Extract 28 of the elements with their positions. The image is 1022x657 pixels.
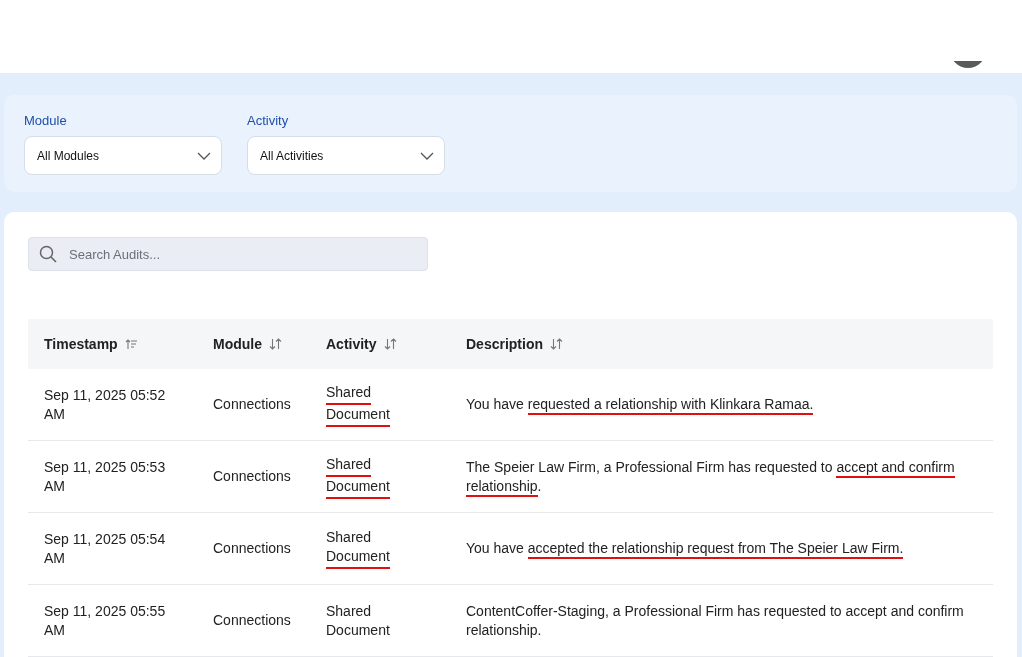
description-cell: You have requested a relationship with Klinkara Ramaa. [466, 395, 973, 414]
timestamp-cell: Sep 11, 2025 05:54 AM [44, 530, 166, 566]
description-cell-text: ContentCoffer-Staging, a Professional Firm has requested to accept and confirm relationship. [466, 601, 965, 640]
search-icon [39, 245, 57, 263]
activity-cell: Shared Document [326, 528, 406, 569]
module-cell: Connections [213, 396, 291, 412]
column-header[interactable]: Activity [326, 336, 397, 352]
description-cell: You have accepted the relationship request from The Speier Law Firm. [466, 539, 973, 558]
module-cell: Connections [213, 612, 291, 628]
filter-dropdown[interactable]: All Modules [24, 136, 222, 175]
activity-cell: Shared Document [326, 454, 406, 499]
filter-dropdown[interactable]: All Activities [247, 136, 445, 175]
activity-cell-text: Shared Document [326, 601, 391, 640]
timestamp-cell: Sep 11, 2025 05:55 AM [44, 602, 166, 638]
column-header[interactable]: Description [466, 336, 563, 352]
timestamp-cell: Sep 11, 2025 05:53 AM [44, 458, 166, 494]
module-cell: Connections [213, 468, 291, 484]
module-cell: Connections [213, 540, 291, 556]
filter-label: Activity [247, 113, 290, 128]
timestamp-cell: Sep 11, 2025 05:52 AM [44, 386, 166, 422]
chevron-down-icon [420, 151, 434, 160]
description-cell: The Speier Law Firm, a Professional Firm has requested to accept and confirm relationship. [466, 457, 973, 496]
activity-cell: Shared Document [326, 382, 406, 427]
column-header[interactable]: Timestamp [44, 336, 137, 352]
search-field[interactable]: Search Audits... [28, 237, 428, 271]
chevron-down-icon [197, 151, 211, 160]
column-header[interactable]: Module [213, 336, 282, 352]
filter-label: Module [24, 113, 68, 128]
